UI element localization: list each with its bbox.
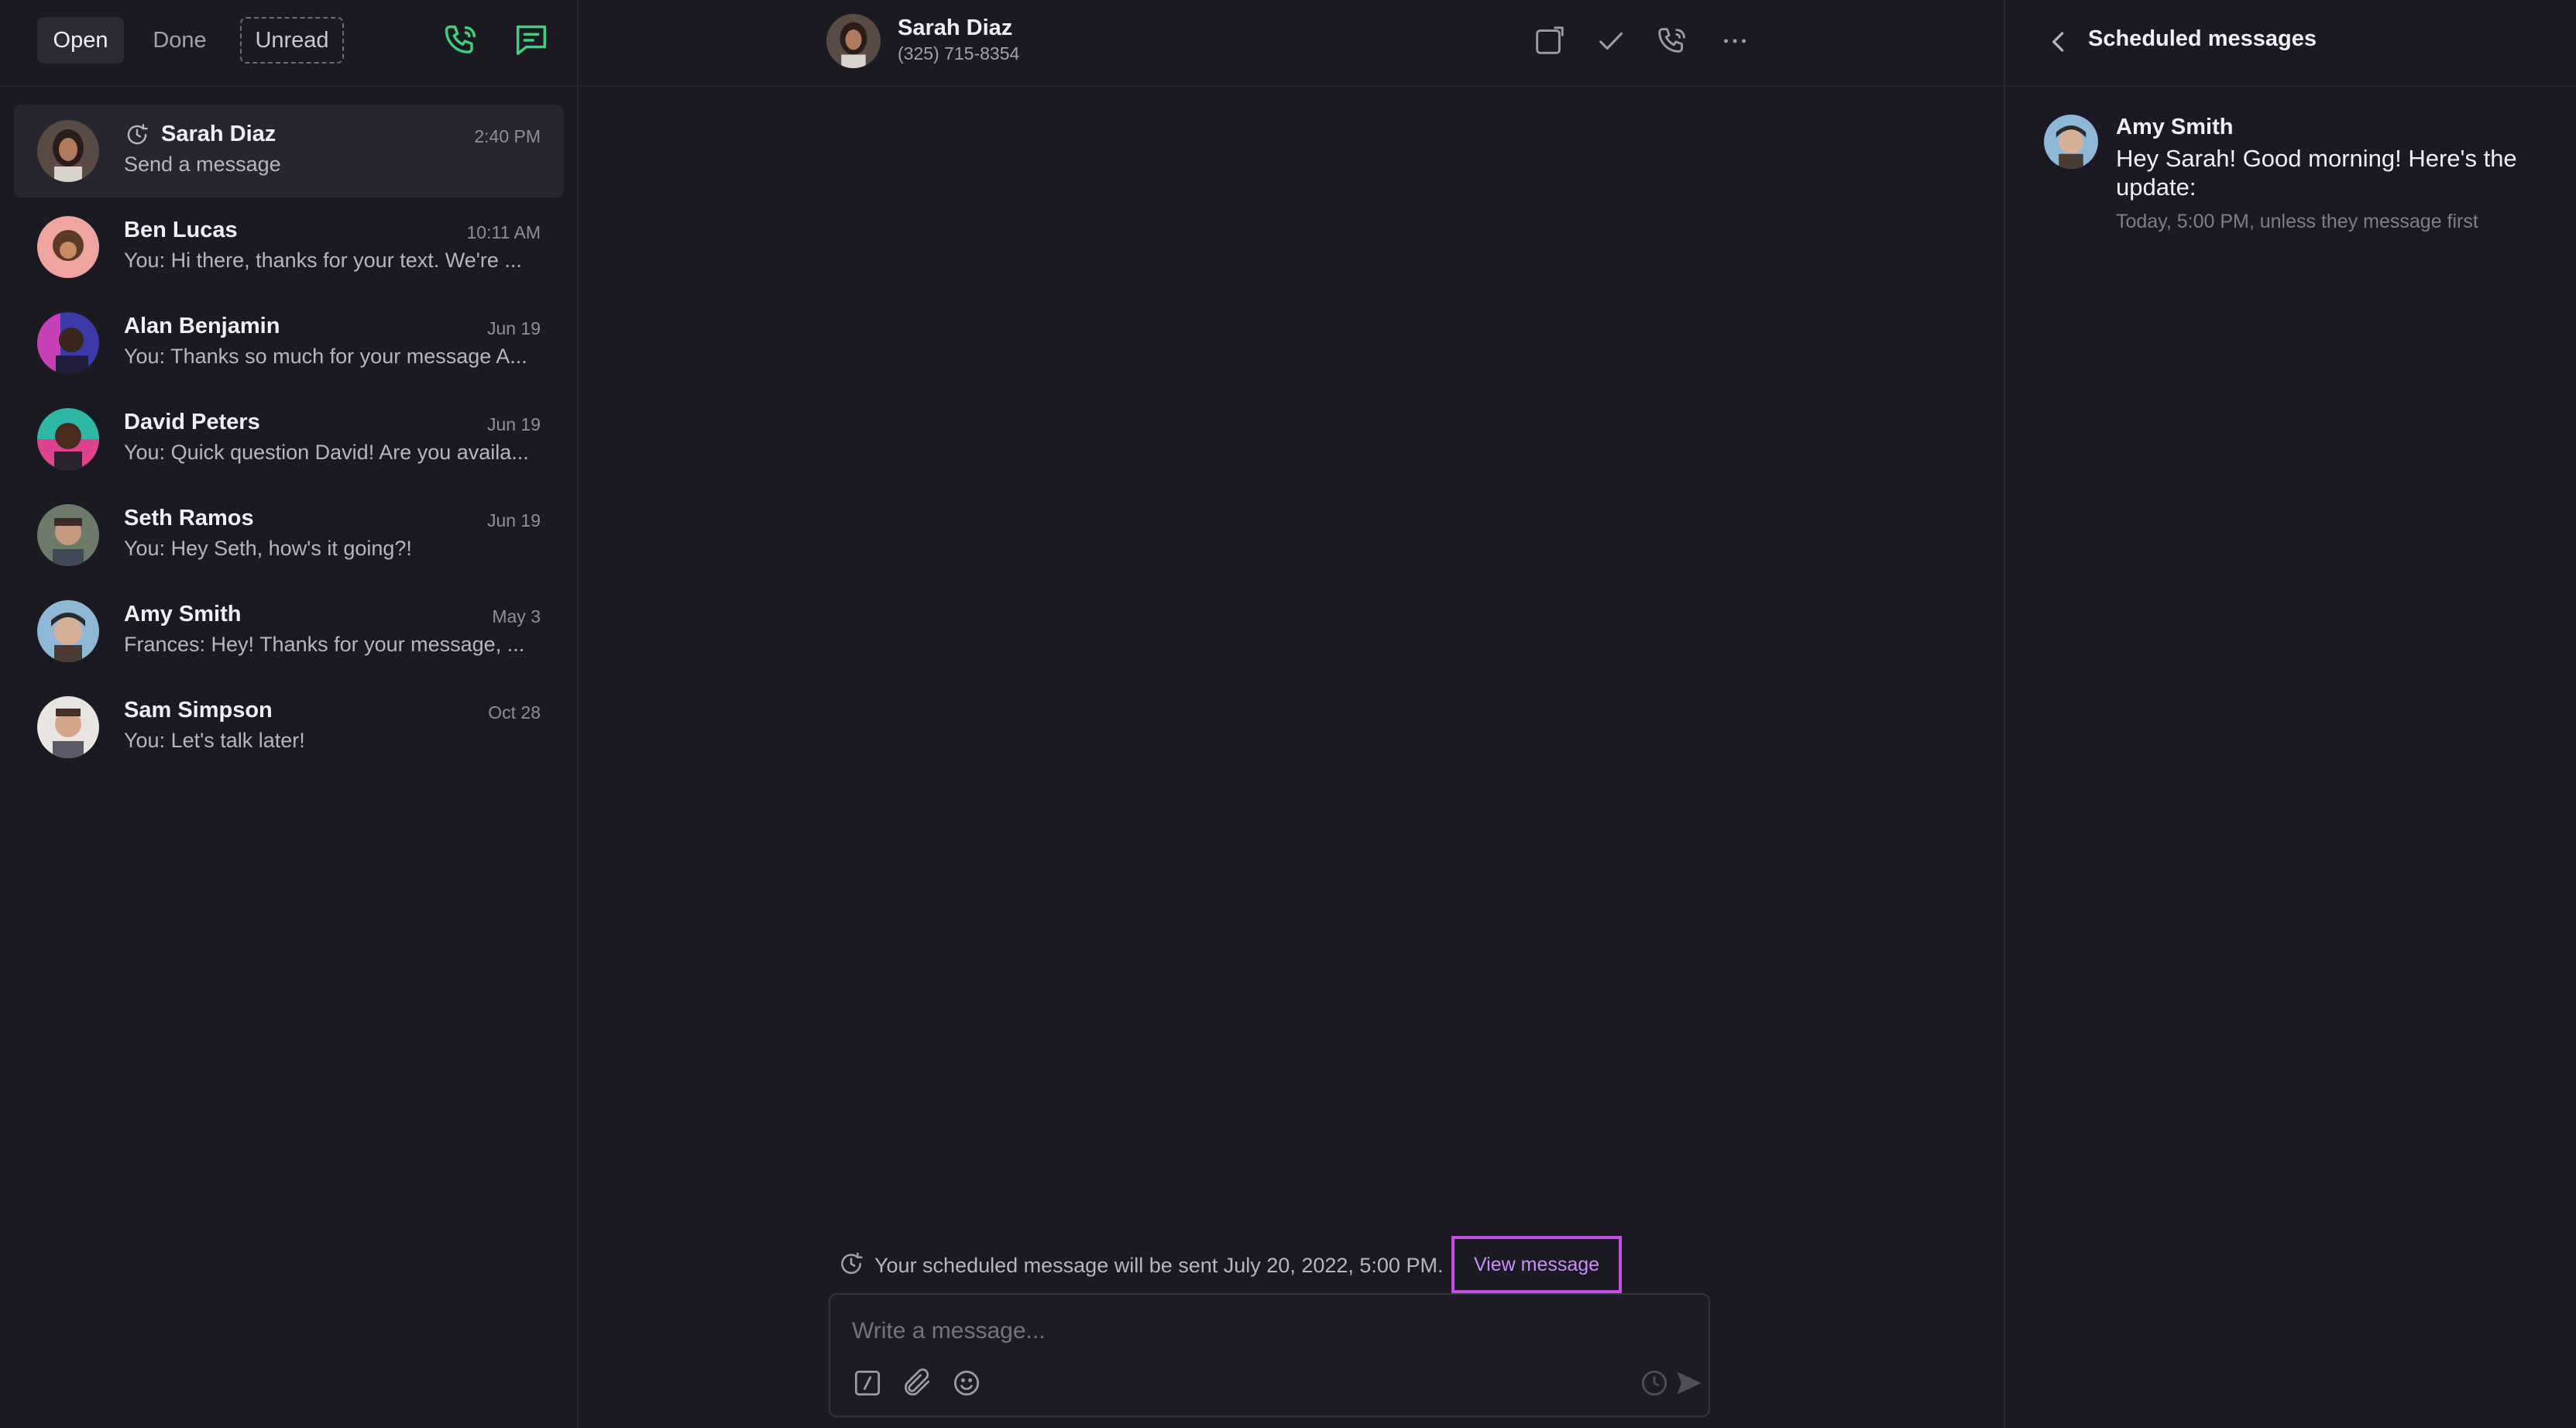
conversation-item[interactable]: Alan Benjamin Jun 19 You: Thanks so much…	[14, 297, 564, 390]
panel-header: Scheduled messages	[2005, 0, 2576, 87]
schedule-icon[interactable]	[1637, 1366, 1671, 1400]
conversation-preview: You: Quick question David! Are you avail…	[124, 441, 529, 464]
conversation-sidebar: Open Done Unread Sarah Diaz 2:40 PM Send…	[0, 0, 579, 1428]
snippets-icon[interactable]	[850, 1366, 884, 1400]
conversation-name: Seth Ramos	[124, 506, 254, 530]
conversation-preview: Frances: Hey! Thanks for your message, .…	[124, 633, 525, 656]
conversation-time: Jun 19	[486, 510, 541, 530]
avatar	[37, 312, 99, 374]
avatar	[37, 600, 99, 662]
conversation-view: Sarah Diaz (325) 715-8354 Your scheduled…	[580, 0, 2004, 1428]
view-message-link[interactable]: View message	[1451, 1236, 1622, 1293]
mark-done-icon[interactable]	[1593, 23, 1629, 59]
conversation-item[interactable]: David Peters Jun 19 You: Quick question …	[14, 393, 564, 486]
new-message-icon[interactable]	[511, 20, 551, 60]
conversation-name: Ben Lucas	[124, 218, 238, 242]
avatar	[37, 120, 99, 182]
panel-title: Scheduled messages	[2088, 26, 2317, 51]
conversation-time: 2:40 PM	[474, 126, 541, 146]
contact-avatar[interactable]	[826, 14, 881, 68]
scheduled-clock-icon	[836, 1248, 867, 1279]
contact-phone: (325) 715-8354	[898, 43, 1020, 64]
avatar	[37, 696, 99, 758]
avatar	[37, 504, 99, 566]
conversation-name: Sarah Diaz	[161, 122, 276, 146]
chevron-left-icon[interactable]	[2042, 25, 2076, 59]
attachment-icon[interactable]	[900, 1366, 934, 1400]
conversation-preview: You: Hey Seth, how's it going?!	[124, 537, 412, 560]
conversation-header: Sarah Diaz (325) 715-8354	[580, 0, 2004, 87]
scheduled-notice-text: Your scheduled message will be sent July…	[874, 1254, 1444, 1277]
phone-call-icon[interactable]	[441, 20, 482, 60]
avatar	[37, 408, 99, 470]
conversation-item[interactable]: Seth Ramos Jun 19 You: Hey Seth, how's i…	[14, 489, 564, 582]
send-icon[interactable]	[1671, 1366, 1705, 1400]
conversation-time: Oct 28	[488, 702, 541, 723]
conversation-time: May 3	[492, 606, 541, 626]
snooze-icon[interactable]	[1531, 23, 1567, 59]
conversation-time: 10:11 AM	[466, 222, 541, 242]
conversation-time: Jun 19	[486, 414, 541, 434]
scheduled-message-time: Today, 5:00 PM, unless they message firs…	[2116, 211, 2478, 232]
conversation-preview: You: Hi there, thanks for your text. We'…	[124, 249, 522, 272]
contact-name: Sarah Diaz	[898, 15, 1013, 40]
messaging-app: Open Done Unread Sarah Diaz 2:40 PM Send…	[0, 0, 2576, 1428]
message-composer	[829, 1293, 1710, 1417]
conversation-name: Amy Smith	[124, 602, 242, 626]
scheduled-clock-icon	[122, 120, 152, 149]
conversation-preview: You: Let's talk later!	[124, 729, 305, 752]
scheduled-message-body[interactable]: Hey Sarah! Good morning! Here's the upda…	[2116, 144, 2550, 201]
filter-unread-tab[interactable]: Unread	[240, 17, 344, 64]
scheduled-author: Amy Smith	[2116, 115, 2234, 139]
conversation-preview: You: Thanks so much for your message A..…	[124, 345, 527, 368]
conversation-name: Sam Simpson	[124, 698, 273, 723]
avatar	[37, 216, 99, 278]
filter-done-tab[interactable]: Done	[139, 17, 220, 64]
message-input[interactable]	[852, 1312, 1626, 1351]
call-icon[interactable]	[1655, 23, 1691, 59]
conversation-name: Alan Benjamin	[124, 314, 280, 338]
conversation-preview: Send a message	[124, 153, 281, 176]
conversation-item[interactable]: Sarah Diaz 2:40 PM Send a message	[14, 105, 564, 197]
conversation-item[interactable]: Ben Lucas 10:11 AM You: Hi there, thanks…	[14, 201, 564, 293]
conversation-name: David Peters	[124, 410, 260, 434]
more-options-icon[interactable]	[1717, 23, 1753, 59]
filter-open-tab[interactable]: Open	[37, 17, 124, 64]
conversation-item[interactable]: Amy Smith May 3 Frances: Hey! Thanks for…	[14, 585, 564, 678]
sidebar-header: Open Done Unread	[0, 0, 577, 87]
emoji-icon[interactable]	[950, 1366, 984, 1400]
avatar	[2044, 115, 2098, 169]
conversation-time: Jun 19	[486, 318, 541, 338]
scheduled-messages-panel: Scheduled messages Amy Smith Hey Sarah! …	[2004, 0, 2576, 1428]
conversation-item[interactable]: Sam Simpson Oct 28 You: Let's talk later…	[14, 681, 564, 774]
